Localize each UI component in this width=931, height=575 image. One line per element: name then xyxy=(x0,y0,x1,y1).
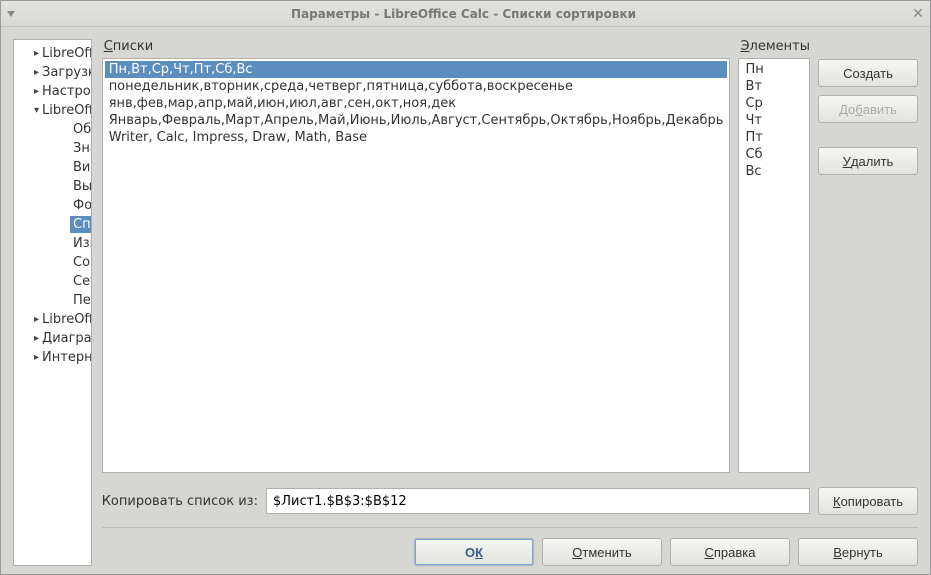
tree-item-label: Печать xyxy=(70,292,92,309)
tree-item[interactable]: Вид xyxy=(14,158,91,177)
elements-listbox[interactable]: ПнВтСрЧтПтСбВс xyxy=(738,58,810,473)
copy-from-label: Копировать список из: xyxy=(102,494,258,509)
element-item[interactable]: Пн xyxy=(741,61,807,78)
tree-item[interactable]: ▾LibreOffice Calc xyxy=(14,101,91,120)
elements-column-label: Элементы xyxy=(738,39,810,54)
copy-from-input[interactable] xyxy=(266,488,810,514)
tree-item[interactable]: ▸Загрузка/сохранение xyxy=(14,63,91,82)
element-item[interactable]: Ср xyxy=(741,95,807,112)
list-item[interactable]: Январь,Февраль,Март,Апрель,Май,Июнь,Июль… xyxy=(105,112,728,129)
tree-item[interactable]: Формула xyxy=(14,196,91,215)
tree-item-label: Вид xyxy=(70,159,92,176)
window-menu-icon[interactable] xyxy=(1,11,21,17)
tree-item[interactable]: ▸LibreOffice Base xyxy=(14,310,91,329)
add-button: Добавить xyxy=(818,95,918,123)
tree-item-label: Общие xyxy=(70,121,92,138)
list-item[interactable]: янв,фев,мар,апр,май,июн,июл,авг,сен,окт,… xyxy=(105,95,728,112)
list-item[interactable]: Пн,Вт,Ср,Чт,Пт,Сб,Вс xyxy=(105,61,728,78)
tree-item-label: Изменения xyxy=(70,235,92,252)
sort-lists-listbox[interactable]: Пн,Вт,Ср,Чт,Пт,Сб,Вспонедельник,вторник,… xyxy=(102,58,731,473)
tree-item-label: Значения по умолчанию xyxy=(70,140,92,157)
element-item[interactable]: Вс xyxy=(741,163,807,180)
tree-item-label: LibreOffice Base xyxy=(39,311,92,328)
lists-column-label: Списки xyxy=(102,39,731,54)
tree-item[interactable]: Списки сортировки xyxy=(14,215,91,234)
element-item[interactable]: Чт xyxy=(741,112,807,129)
tree-item-label: Загрузка/сохранение xyxy=(39,64,92,81)
tree-item-label: LibreOffice Calc xyxy=(39,102,92,119)
revert-button[interactable]: Вернуть xyxy=(798,538,918,566)
element-item[interactable]: Вт xyxy=(741,78,807,95)
list-item[interactable]: Writer, Calc, Impress, Draw, Math, Base xyxy=(105,129,728,146)
element-item[interactable]: Пт xyxy=(741,129,807,146)
tree-item[interactable]: ▸Настройки языка xyxy=(14,82,91,101)
copy-button[interactable]: Копировать xyxy=(818,487,918,515)
options-tree[interactable]: ▸LibreOffice▸Загрузка/сохранение▸Настрой… xyxy=(13,39,92,566)
tree-item[interactable]: ▸Диаграммы xyxy=(14,329,91,348)
delete-button[interactable]: Удалить xyxy=(818,147,918,175)
window-title: Параметры - LibreOffice Calc - Списки со… xyxy=(21,7,906,21)
tree-item-label: Сетка xyxy=(70,273,92,290)
tree-item[interactable]: Печать xyxy=(14,291,91,310)
tree-item[interactable]: Вычисления xyxy=(14,177,91,196)
tree-item[interactable]: Общие xyxy=(14,120,91,139)
tree-item-label: Совместимость xyxy=(70,254,92,271)
tree-item[interactable]: Изменения xyxy=(14,234,91,253)
tree-item-label: Вычисления xyxy=(70,178,92,195)
tree-item[interactable]: Сетка xyxy=(14,272,91,291)
tree-item-label: Диаграммы xyxy=(39,330,92,347)
ok-button[interactable]: ОК xyxy=(414,538,534,566)
list-item[interactable]: понедельник,вторник,среда,четверг,пятниц… xyxy=(105,78,728,95)
tree-item[interactable]: Значения по умолчанию xyxy=(14,139,91,158)
tree-item-label: LibreOffice xyxy=(39,45,92,62)
tree-item-label: Списки сортировки xyxy=(70,216,92,233)
create-button[interactable]: Создать xyxy=(818,59,918,87)
tree-item-label: Интернет xyxy=(39,349,92,366)
tree-item-label: Формула xyxy=(70,197,92,214)
tree-item[interactable]: Совместимость xyxy=(14,253,91,272)
close-icon[interactable]: ✕ xyxy=(906,6,930,22)
cancel-button[interactable]: Отменить xyxy=(542,538,662,566)
tree-item-label: Настройки языка xyxy=(39,83,92,100)
tree-item[interactable]: ▸LibreOffice xyxy=(14,44,91,63)
tree-item[interactable]: ▸Интернет xyxy=(14,348,91,367)
element-item[interactable]: Сб xyxy=(741,146,807,163)
help-button[interactable]: Справка xyxy=(670,538,790,566)
titlebar: Параметры - LibreOffice Calc - Списки со… xyxy=(1,1,930,27)
